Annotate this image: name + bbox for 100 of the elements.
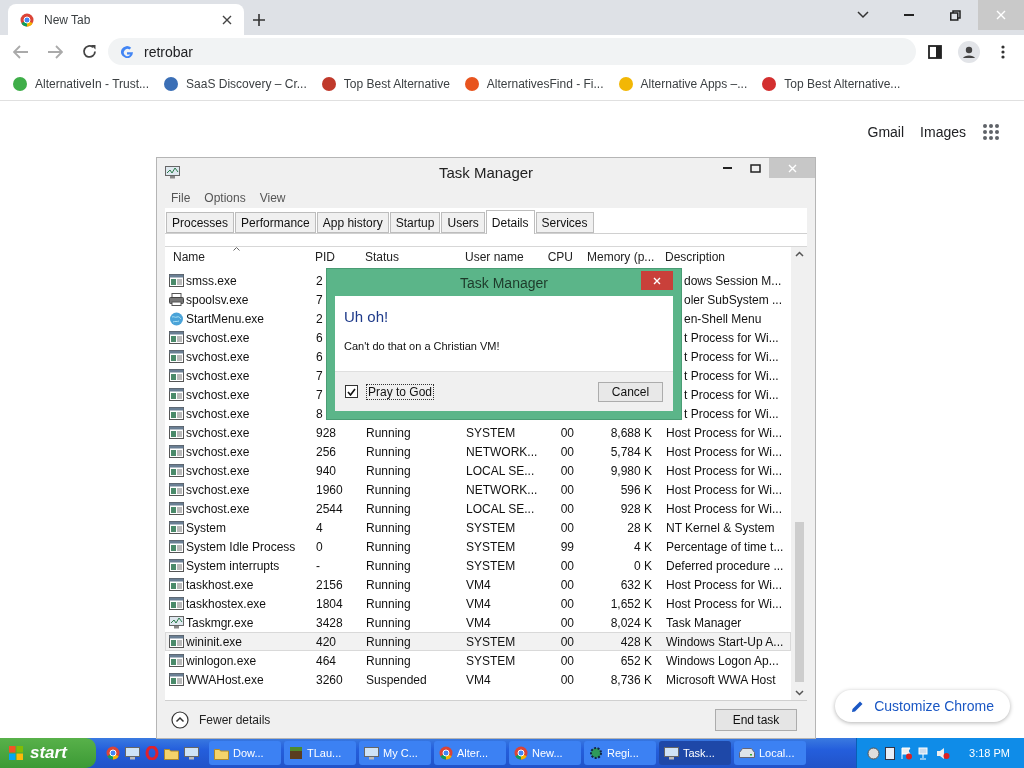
table-cell-text: Windows Logon Ap... (665, 653, 779, 668)
table-cell-text: Host Process for Wi... (665, 501, 783, 516)
table-cell-text: 632 K (619, 577, 653, 592)
table-cell-text: 420 (315, 634, 337, 649)
table-cell-text: Host Process for Wi... (665, 596, 783, 611)
table-cell-text: 428 K (619, 634, 653, 649)
table-cell-text: Running (365, 577, 411, 592)
table-cell-text: 00 (559, 425, 575, 440)
table-cell-text: 596 K (619, 482, 653, 497)
process-name: Taskmgr.exe (186, 615, 254, 630)
table-cell-text: VM4 (465, 577, 491, 592)
table-cell-text: SYSTEM (465, 634, 516, 649)
table-cell-text: VM4 (465, 615, 491, 630)
table-cell-text: Running (365, 558, 411, 573)
table-cell-text: 8,688 K (609, 425, 653, 440)
table-cell-text: 1804 (315, 596, 343, 611)
table-cell-text: 00 (559, 577, 575, 592)
process-name: System interrupts (186, 558, 280, 573)
table-cell-text: 7 (315, 387, 323, 402)
process-name: svchost.exe (186, 425, 250, 440)
table-cell-text: 928 (315, 425, 337, 440)
table-cell-text: 4 K (633, 539, 653, 554)
table-cell-text: NT Kernel & System (665, 520, 775, 535)
table-cell-text: 464 (315, 653, 337, 668)
table-cell-text: 2 (315, 273, 323, 288)
table-cell-text: Running (365, 634, 411, 649)
clock: 3:18 PM (969, 747, 1010, 759)
process-name: System Idle Process (186, 539, 296, 554)
table-cell-text: - (315, 558, 320, 573)
process-name: spoolsv.exe (186, 292, 249, 307)
table-cell-text: Running (365, 520, 411, 535)
table-cell-text: 7 (315, 368, 323, 383)
table-cell-text: SYSTEM (465, 425, 516, 440)
table-cell-text: Running (365, 539, 411, 554)
process-name: svchost.exe (186, 387, 250, 402)
table-cell-text: 4 (315, 520, 323, 535)
table-cell-text: 652 K (619, 653, 653, 668)
table-cell-text: 00 (559, 520, 575, 535)
table-cell-text: VM4 (465, 596, 491, 611)
table-cell-text: 3428 (315, 615, 343, 630)
table-cell-text: Running (365, 444, 411, 459)
table-cell-text: 00 (559, 444, 575, 459)
table-cell-text: Host Process for Wi... (665, 463, 783, 478)
table-cell-text: t Process for Wi... (683, 330, 779, 345)
table-cell-text: Host Process for Wi... (665, 577, 783, 592)
process-name: svchost.exe (186, 349, 250, 364)
table-cell-text: Running (365, 653, 411, 668)
table-cell-text: t Process for Wi... (683, 368, 779, 383)
table-cell-text: Host Process for Wi... (665, 425, 783, 440)
process-name: WWAHost.exe (186, 672, 264, 687)
table-cell-text: 99 (559, 539, 575, 554)
process-name: smss.exe (186, 273, 237, 288)
table-cell-text: 00 (559, 558, 575, 573)
table-cell-text: 00 (559, 463, 575, 478)
table-cell-text: SYSTEM (465, 558, 516, 573)
table-cell-text: 6 (315, 349, 323, 364)
table-cell-text: 256 (315, 444, 337, 459)
table-cell-text: LOCAL SE... (465, 463, 535, 478)
process-name: System (186, 520, 226, 535)
table-cell-text: 00 (559, 596, 575, 611)
process-name: svchost.exe (186, 501, 250, 516)
dialog-title: Task Manager (459, 274, 549, 291)
table-cell-text: 7 (315, 292, 323, 307)
process-name: svchost.exe (186, 444, 250, 459)
table-cell-text: en-Shell Menu (683, 311, 762, 326)
table-cell-text: Host Process for Wi... (665, 444, 783, 459)
table-cell-text: LOCAL SE... (465, 501, 535, 516)
process-name: svchost.exe (186, 463, 250, 478)
table-cell-text: Task Manager (665, 615, 742, 630)
address-text: retrobar (144, 43, 194, 60)
table-cell-text: 00 (559, 501, 575, 516)
table-cell-text: Host Process for Wi... (665, 482, 783, 497)
table-cell-text: SYSTEM (465, 520, 516, 535)
process-name: svchost.exe (186, 368, 250, 383)
table-cell-text: 1960 (315, 482, 343, 497)
table-cell-text: Running (365, 463, 411, 478)
table-cell-text: 0 (315, 539, 323, 554)
table-cell-text: Deferred procedure ... (665, 558, 784, 573)
table-cell-text: 940 (315, 463, 337, 478)
table-cell-text: Running (365, 425, 411, 440)
table-cell-text: 2 (315, 311, 323, 326)
table-cell-text: 00 (559, 672, 575, 687)
table-cell-text: dows Session M... (683, 273, 782, 288)
table-cell-text: 9,980 K (609, 463, 653, 478)
table-cell-text: t Process for Wi... (683, 406, 779, 421)
table-cell-text: VM4 (465, 672, 491, 687)
table-cell-text: 2544 (315, 501, 343, 516)
table-cell-text: Windows Start-Up A... (665, 634, 784, 649)
process-name: StartMenu.exe (186, 311, 265, 326)
process-name: svchost.exe (186, 482, 250, 497)
table-cell-text: 3260 (315, 672, 343, 687)
dialog-message: Can't do that on a Christian VM! (344, 340, 501, 352)
table-cell-text: Running (365, 482, 411, 497)
table-cell-text: NETWORK... (465, 444, 538, 459)
table-cell-text: oler SubSystem ... (683, 292, 783, 307)
process-name: svchost.exe (186, 406, 250, 421)
process-name: taskhost.exe (186, 577, 254, 592)
table-cell-text: 00 (559, 634, 575, 649)
window-title: Task Manager (437, 164, 535, 181)
table-cell-text: t Process for Wi... (683, 387, 779, 402)
